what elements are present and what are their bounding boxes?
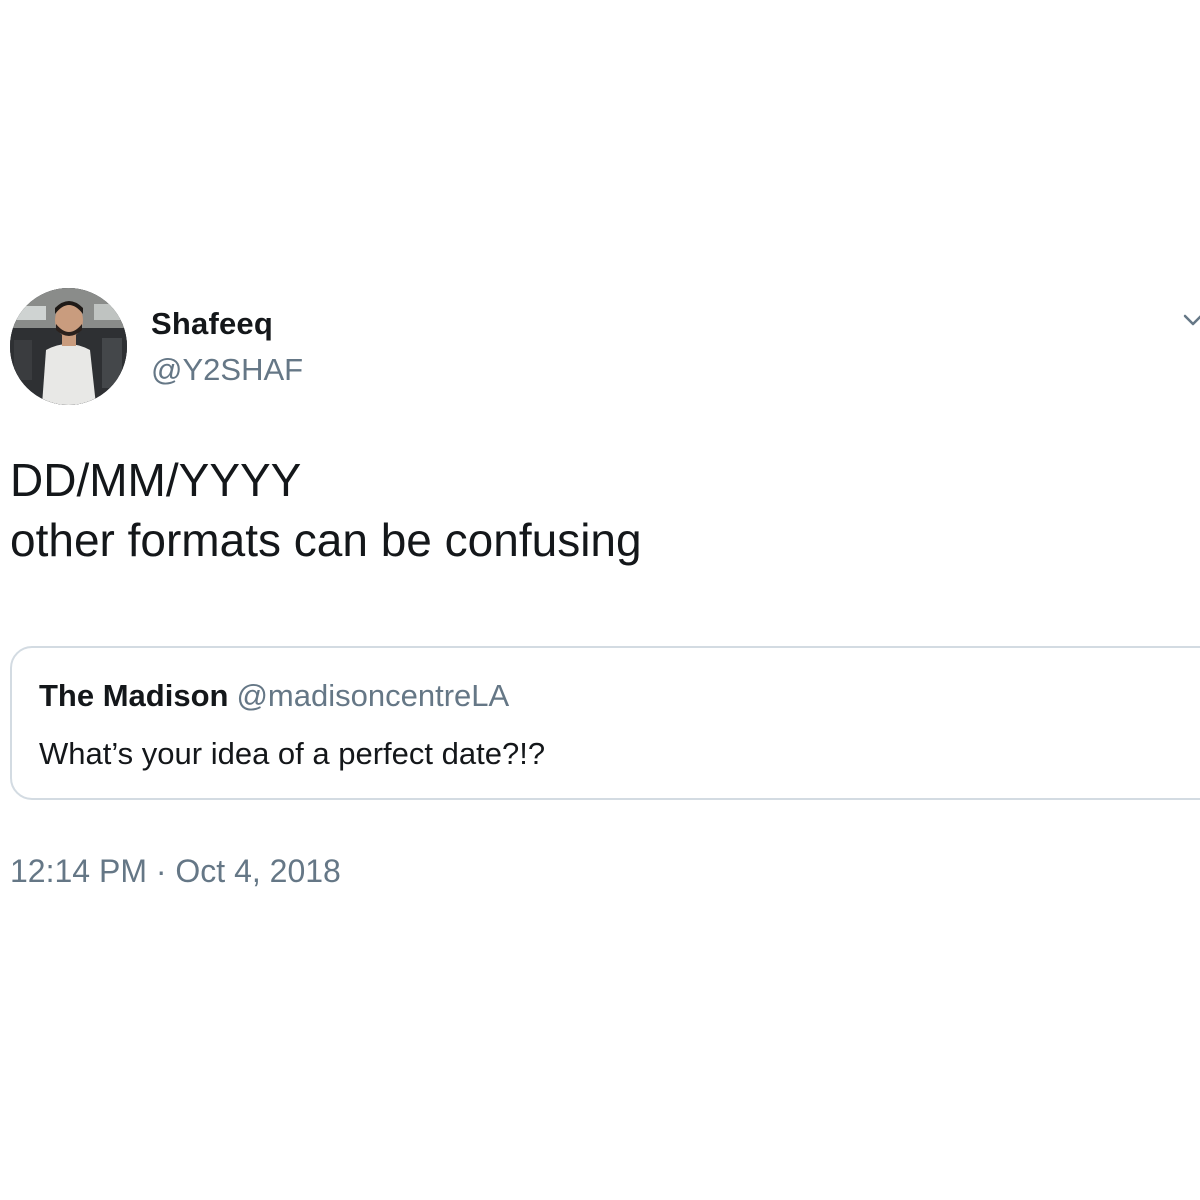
- tweet-text-line-2: other formats can be confusing: [10, 514, 642, 566]
- quoted-tweet-header: The Madison @madisoncentreLA: [39, 678, 509, 714]
- tweet-timestamp[interactable]: 12:14 PM · Oct 4, 2018: [10, 853, 341, 890]
- quoted-tweet-text: What’s your idea of a perfect date?!?: [39, 736, 546, 771]
- tweet-text: DD/MM/YYYY other formats can be confusing: [10, 450, 642, 570]
- quoted-author-name: The Madison: [39, 678, 229, 713]
- author-name[interactable]: Shafeeq: [151, 306, 273, 342]
- avatar-image: [10, 288, 127, 405]
- tweet-card: Shafeeq @Y2SHAF DD/MM/YYYY other formats …: [0, 0, 1200, 1200]
- avatar[interactable]: [10, 288, 127, 405]
- quoted-author-handle: @madisoncentreLA: [236, 678, 510, 713]
- tweet-text-line-1: DD/MM/YYYY: [10, 454, 302, 506]
- author-handle[interactable]: @Y2SHAF: [151, 352, 303, 388]
- chevron-down-icon[interactable]: [1183, 310, 1200, 330]
- quoted-tweet[interactable]: The Madison @madisoncentreLA What’s your …: [10, 646, 1200, 800]
